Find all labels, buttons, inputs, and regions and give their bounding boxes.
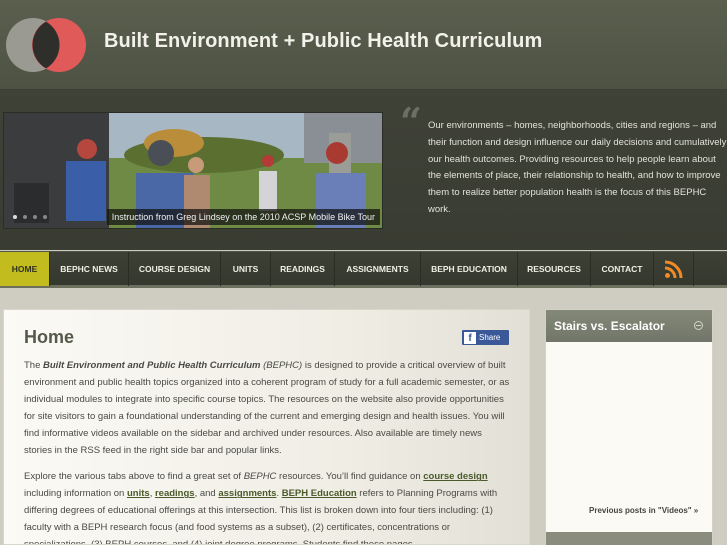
nav-readings[interactable]: READINGS xyxy=(271,252,335,286)
page-title: Home xyxy=(24,327,75,347)
intro-paragraph: The Built Environment and Public Health … xyxy=(24,358,512,459)
course-design-link[interactable]: course design xyxy=(423,471,487,482)
main-content: Home f Share The Built Environment and P… xyxy=(3,309,530,545)
featured-slideshow[interactable]: Instruction from Greg Lindsey on the 201… xyxy=(3,112,383,229)
slide-dot[interactable] xyxy=(23,215,27,219)
previous-posts-link[interactable]: Previous posts in "Videos" » xyxy=(589,506,698,515)
nav-resources[interactable]: RESOURCES xyxy=(518,252,591,286)
article-body: The Built Environment and Public Health … xyxy=(24,358,512,544)
site-title[interactable]: Built Environment + Public Health Curric… xyxy=(104,30,542,53)
text: The xyxy=(24,360,44,371)
beph-education-link[interactable]: BEPH Education xyxy=(282,488,357,499)
main-nav: HOME BEPHC NEWS COURSE DESIGN UNITS READ… xyxy=(0,251,727,288)
text: including information on xyxy=(24,488,127,500)
slide-dot[interactable] xyxy=(43,215,47,219)
rss-link[interactable] xyxy=(654,252,694,286)
curriculum-name: Built Environment and Public Health Curr… xyxy=(43,360,261,371)
text: BEPHC xyxy=(243,471,277,483)
nav-bephc-news[interactable]: BEPHC NEWS xyxy=(50,252,129,286)
rss-icon xyxy=(664,260,682,279)
text: Explore the various tabs above to find a… xyxy=(24,471,244,483)
readings-link[interactable]: readings xyxy=(155,488,195,499)
slide-pager[interactable] xyxy=(13,215,47,219)
nav-beph-education[interactable]: BEPH EDUCATION xyxy=(421,252,518,286)
explore-paragraph: Explore the various tabs above to find a… xyxy=(24,469,512,544)
slide-dot[interactable] xyxy=(13,215,17,219)
intro-text: Our environments – homes, neighborhoods,… xyxy=(428,120,727,215)
text: (BEPHC) xyxy=(260,360,303,371)
facebook-icon: f xyxy=(464,331,476,344)
nav-contact[interactable]: CONTACT xyxy=(591,252,654,286)
widget-title[interactable]: Stairs vs. Escalator xyxy=(554,319,665,333)
video-widget-header: Stairs vs. Escalator xyxy=(546,310,712,342)
sidebar: Stairs vs. Escalator Previous posts in "… xyxy=(545,309,713,545)
slide-caption: Instruction from Greg Lindsey on the 201… xyxy=(106,209,380,225)
nav-course-design[interactable]: COURSE DESIGN xyxy=(129,252,221,286)
nav-units[interactable]: UNITS xyxy=(221,252,271,286)
text: is designed to provide a critical overvi… xyxy=(24,360,510,456)
next-widget-header xyxy=(546,532,712,545)
text: , and xyxy=(194,488,219,500)
slide-dot[interactable] xyxy=(33,215,37,219)
share-label: Share xyxy=(479,333,501,342)
nav-home[interactable]: HOME xyxy=(0,252,50,286)
assignments-link[interactable]: assignments xyxy=(218,488,276,499)
units-link[interactable]: units xyxy=(127,488,150,499)
nav-assignments[interactable]: ASSIGNMENTS xyxy=(335,252,421,286)
quote-icon: “ xyxy=(400,99,422,144)
collapse-icon[interactable] xyxy=(694,321,703,330)
facebook-share-button[interactable]: f Share xyxy=(462,330,509,345)
site-header: Built Environment + Public Health Curric… xyxy=(0,0,727,90)
site-logo[interactable] xyxy=(4,16,89,74)
text: resources. You’ll find guidance on xyxy=(276,471,424,483)
